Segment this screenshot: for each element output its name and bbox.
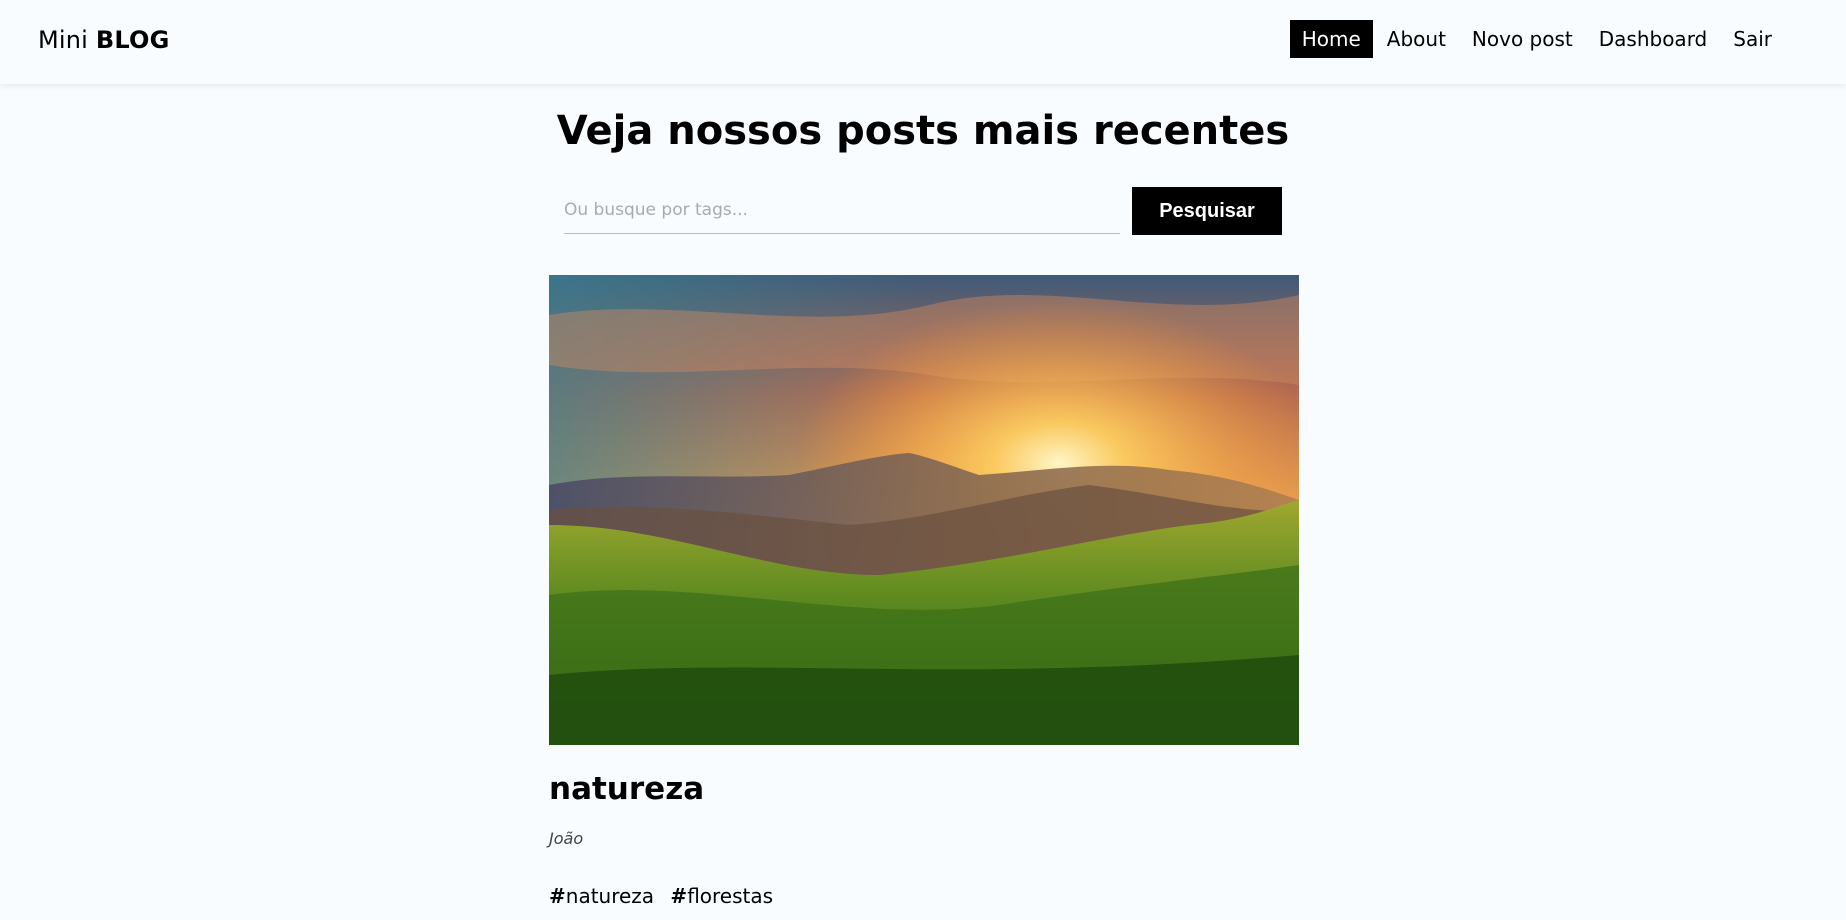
tag-item[interactable]: #natureza [549,884,654,908]
nav-logout[interactable]: Sair [1721,20,1784,58]
brand-bold: BLOG [95,26,170,54]
page-title: Veja nossos posts mais recentes [556,108,1290,154]
brand-light: Mini [38,26,89,54]
nav-dashboard[interactable]: Dashboard [1587,20,1720,58]
brand-logo[interactable]: Mini BLOG [38,26,170,54]
post-card: natureza João #natureza #florestas [549,275,1299,908]
tag-label: florestas [687,884,774,908]
search-input[interactable] [564,187,1120,234]
post-title[interactable]: natureza [549,771,1299,807]
navbar: Mini BLOG Home About Novo post Dashboard… [0,0,1846,84]
post-author: João [549,829,584,848]
tag-item[interactable]: #florestas [670,884,773,908]
nav-about[interactable]: About [1375,20,1458,58]
nav-home[interactable]: Home [1289,20,1373,58]
post-image [549,275,1299,745]
nav-menu: Home About Novo post Dashboard Sair [1289,20,1786,58]
tag-label: natureza [565,884,655,908]
search-button[interactable]: Pesquisar [1132,187,1282,235]
nav-new-post[interactable]: Novo post [1460,20,1585,58]
search-form: Pesquisar [564,187,1282,235]
post-tags: #natureza #florestas [549,884,1299,908]
